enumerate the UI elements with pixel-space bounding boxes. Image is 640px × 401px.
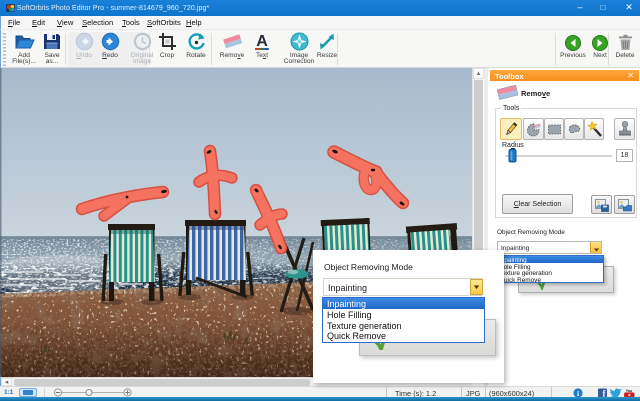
svg-text:You: You (626, 389, 633, 393)
svg-text:A: A (256, 33, 268, 50)
svg-text:i: i (577, 388, 579, 397)
